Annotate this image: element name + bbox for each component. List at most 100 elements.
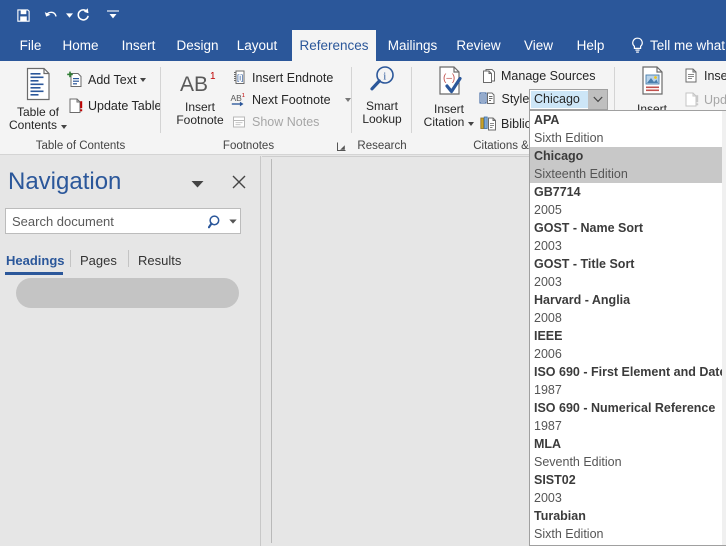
citation-style-option-edition: 2006 — [534, 347, 562, 361]
citation-style-option[interactable]: ISO 690 - First Element and Date 1987 — [530, 363, 726, 399]
tab-design[interactable]: Design — [170, 30, 225, 61]
tab-file[interactable]: File — [6, 30, 55, 61]
insert-caption-icon — [637, 65, 667, 101]
insert-citation-label-line2: Citation — [423, 115, 465, 129]
insert-caption-button[interactable]: Insert — [625, 65, 679, 116]
nav-tab-headings[interactable]: Headings — [6, 246, 65, 274]
group-label-table-of-contents: Table of Contents — [35, 140, 126, 152]
navigation-search-box[interactable]: Search document — [5, 208, 241, 234]
tell-me-search-box[interactable]: Tell me what — [650, 30, 725, 61]
search-options-chevron-down-icon[interactable] — [226, 219, 240, 224]
customize-quick-access-toolbar-button[interactable] — [102, 4, 124, 26]
save-button[interactable] — [12, 4, 34, 26]
insert-footnote-label-line2: Footnote — [176, 113, 224, 127]
add-text-label: Add Text — [88, 72, 137, 87]
lightbulb-icon — [626, 30, 648, 61]
insert-table-of-figures-label: Insert Ta — [704, 68, 726, 83]
chevron-down-icon — [61, 125, 68, 129]
citation-style-option-name: APA — [534, 113, 560, 127]
manage-sources-icon — [479, 67, 497, 84]
ribbon-tab-strip: File Home Insert Design Layout Reference… — [0, 30, 726, 61]
redo-button[interactable] — [72, 4, 94, 26]
insert-footnote-button[interactable]: AB 1 Insert Footnote — [169, 67, 231, 127]
insert-citation-icon: (–) — [434, 65, 464, 101]
nav-tab-divider — [128, 250, 129, 267]
citation-style-dropdown-items: APA Sixth Edition Chicago Sixteenth Edition… — [530, 111, 726, 543]
update-table-of-figures-button: Update — [682, 91, 726, 108]
next-footnote-label: Next Footnote — [252, 92, 331, 107]
citation-style-option[interactable]: MLA Seventh Edition — [530, 435, 726, 471]
insert-endnote-button[interactable]: [i] Insert Endnote — [230, 69, 333, 86]
ribbon-group-research: i Smart Lookup Research — [352, 61, 412, 154]
citation-style-value[interactable]: Chicago — [531, 91, 588, 108]
search-icon[interactable] — [204, 214, 226, 229]
search-input-placeholder[interactable]: Search document — [6, 214, 204, 229]
citation-style-option-edition: 2008 — [534, 311, 562, 325]
navigation-pane-menu-button[interactable] — [186, 174, 208, 194]
insert-endnote-label: Insert Endnote — [252, 70, 334, 85]
citation-style-combobox[interactable]: Chicago — [529, 89, 608, 110]
table-of-contents-button[interactable]: Table of Contents — [4, 67, 72, 132]
update-table-icon — [66, 97, 84, 114]
manage-sources-button[interactable]: Manage Sources — [479, 67, 596, 84]
citation-style-option[interactable]: Turabian Sixth Edition — [530, 507, 726, 543]
add-text-button[interactable]: Add Text — [66, 71, 147, 88]
citation-style-option-name: GOST - Name Sort — [534, 221, 644, 235]
ribbon-group-table-of-contents: Table of Contents Add Text Update Table … — [0, 61, 161, 154]
citation-style-dropdown-button[interactable] — [588, 90, 607, 109]
document-left-rule — [271, 159, 272, 543]
citation-style-option[interactable]: GOST - Title Sort 2003 — [530, 255, 726, 291]
group-label-footnotes: Footnotes — [222, 140, 275, 152]
citation-style-option[interactable]: GB7714 2005 — [530, 183, 726, 219]
citation-style-option-edition: Sixth Edition — [534, 131, 604, 145]
tab-layout[interactable]: Layout — [229, 30, 285, 61]
chevron-down-icon — [344, 97, 351, 102]
show-notes-icon — [230, 113, 248, 130]
citation-style-option-edition: 1987 — [534, 383, 562, 397]
citation-style-option-name: ISO 690 - First Element and Date — [534, 365, 726, 379]
citation-style-option[interactable]: ISO 690 - Numerical Reference 1987 — [530, 399, 726, 435]
svg-text:(–): (–) — [443, 73, 455, 84]
insert-footnote-icon: AB 1 — [178, 67, 222, 99]
tab-references[interactable]: References — [292, 30, 376, 61]
navigation-heading-list-item[interactable] — [16, 278, 239, 308]
svg-text:i: i — [383, 71, 386, 83]
citation-style-dropdown-list[interactable]: APA Sixth Edition Chicago Sixteenth Edition… — [529, 110, 726, 546]
tab-home[interactable]: Home — [55, 30, 106, 61]
citation-style-option-edition: Sixteenth Edition — [534, 167, 628, 181]
smart-lookup-button[interactable]: i Smart Lookup — [356, 65, 408, 126]
chevron-down-icon — [468, 122, 475, 126]
citation-style-option-edition: 2003 — [534, 239, 562, 253]
update-table-icon — [682, 91, 700, 108]
tab-mailings[interactable]: Mailings — [381, 30, 444, 61]
citation-style-option[interactable]: APA Sixth Edition — [530, 111, 726, 147]
navigation-pane-title: Navigation — [8, 168, 122, 195]
footnotes-dialog-launcher[interactable] — [336, 139, 347, 151]
navigation-pane-close-button[interactable] — [227, 170, 251, 194]
citation-style-option[interactable]: Chicago Sixteenth Edition — [530, 147, 726, 183]
tab-view[interactable]: View — [515, 30, 562, 61]
smart-lookup-label-line2: Lookup — [362, 112, 402, 126]
next-footnote-button[interactable]: AB 1 Next Footnote — [230, 91, 351, 108]
insert-citation-button[interactable]: (–) Insert Citation — [419, 65, 479, 129]
svg-text:AB: AB — [230, 93, 242, 103]
nav-tab-pages[interactable]: Pages — [80, 246, 124, 274]
quick-access-toolbar — [0, 0, 726, 30]
tab-review[interactable]: Review — [450, 30, 507, 61]
citation-style-option-name: Chicago — [534, 149, 584, 163]
svg-text:AB: AB — [180, 73, 208, 96]
citation-style-option[interactable]: GOST - Name Sort 2003 — [530, 219, 726, 255]
citation-style-option[interactable]: Harvard - Anglia 2008 — [530, 291, 726, 327]
citation-style-option-edition: Sixth Edition — [534, 527, 604, 541]
tab-help[interactable]: Help — [568, 30, 613, 61]
citation-style-option[interactable]: SIST02 2003 — [530, 471, 726, 507]
svg-text:1: 1 — [242, 93, 245, 99]
nav-tab-results[interactable]: Results — [138, 246, 186, 274]
insert-table-of-figures-button[interactable]: Insert Ta — [682, 67, 726, 84]
tab-insert[interactable]: Insert — [112, 30, 165, 61]
update-table-button[interactable]: Update Table — [66, 97, 161, 114]
citation-style-option-name: Harvard - Anglia — [534, 293, 631, 307]
citation-style-option-name: ISO 690 - Numerical Reference — [534, 401, 716, 415]
dropdown-scrollbar[interactable] — [722, 111, 726, 545]
citation-style-option[interactable]: IEEE 2006 — [530, 327, 726, 363]
